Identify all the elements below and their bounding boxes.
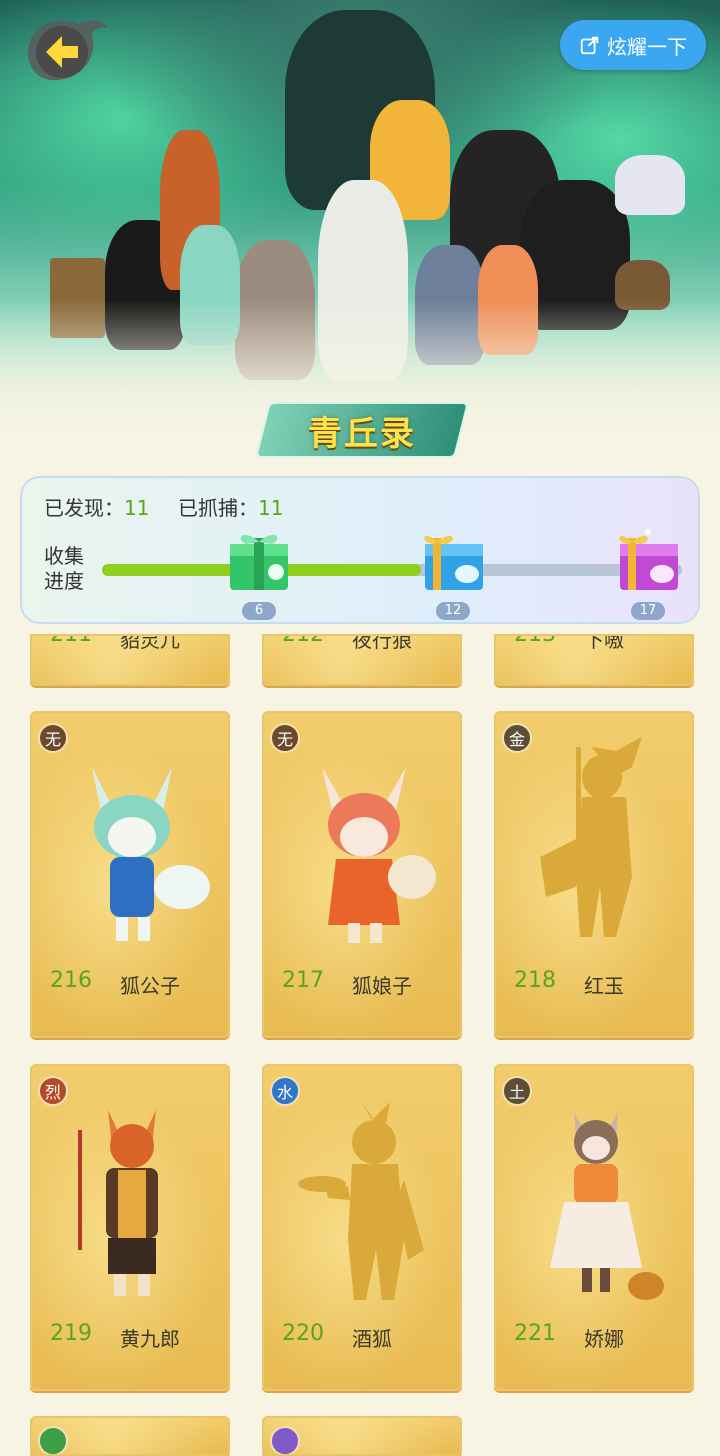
creature-locked-silhouette bbox=[540, 737, 642, 937]
creature-card-221[interactable]: 土 221 娇娜 bbox=[494, 1064, 694, 1391]
collect-progress-label: 收集 进度 bbox=[44, 544, 94, 594]
share-icon bbox=[580, 36, 599, 55]
discovered-label: 已发现： bbox=[44, 496, 124, 520]
card-name: 红玉 bbox=[584, 974, 624, 998]
creature-card-216[interactable]: 无 216 狐公子 bbox=[30, 711, 230, 1038]
card-name: 貂灵儿 bbox=[120, 634, 180, 652]
page-title: 青丘录 bbox=[308, 413, 416, 454]
green-gift-icon bbox=[230, 534, 288, 590]
banner: 炫耀一下 bbox=[0, 0, 720, 460]
discovered-value: 11 bbox=[124, 496, 150, 520]
milestone-badge-17: 17 bbox=[631, 602, 665, 620]
collect-label-line1: 收集 bbox=[44, 544, 84, 568]
share-button-label: 炫耀一下 bbox=[607, 34, 687, 59]
card-name: 夜行狼 bbox=[352, 634, 412, 652]
card-name: 娇娜 bbox=[584, 1327, 624, 1351]
partial-card-211[interactable]: 211 貂灵儿 bbox=[30, 634, 230, 686]
creature-card-next-2[interactable] bbox=[262, 1416, 462, 1456]
card-number: 221 bbox=[514, 1321, 556, 1346]
reward-gift-12[interactable] bbox=[419, 524, 489, 594]
card-number: 211 bbox=[50, 634, 92, 647]
progress-track bbox=[102, 564, 682, 576]
creature-card-218[interactable]: 金 218 红玉 bbox=[494, 711, 694, 1038]
milestone-badge-12: 12 bbox=[436, 602, 470, 620]
purple-gift-icon bbox=[619, 529, 678, 590]
creature-card-219[interactable]: 烈 219 黄九郎 bbox=[30, 1064, 230, 1391]
milestone-badge-6: 6 bbox=[242, 602, 276, 620]
collection-progress-panel: 已发现：11 已抓捕：11 收集 进度 6 12 17 bbox=[20, 476, 700, 624]
element-badge bbox=[270, 1426, 300, 1454]
captured-value: 11 bbox=[258, 496, 284, 520]
partial-card-213[interactable]: 213 下嗷 bbox=[494, 634, 694, 686]
creature-fox-warrior-figure bbox=[78, 1110, 158, 1296]
card-name: 狐娘子 bbox=[352, 974, 412, 998]
creature-teal-fox-figure bbox=[92, 767, 210, 941]
collect-label-line2: 进度 bbox=[44, 569, 84, 593]
card-number: 218 bbox=[514, 968, 556, 993]
creature-red-fox-girl-figure bbox=[322, 767, 436, 943]
banner-hero-white-bird bbox=[615, 155, 685, 215]
back-button[interactable] bbox=[18, 14, 110, 84]
discovered-stat: 已发现：11 bbox=[44, 492, 149, 521]
blue-gift-icon bbox=[424, 535, 483, 590]
card-number: 217 bbox=[282, 968, 324, 993]
share-button[interactable]: 炫耀一下 bbox=[560, 20, 706, 70]
card-number: 219 bbox=[50, 1321, 92, 1346]
card-name: 黄九郎 bbox=[120, 1327, 180, 1351]
element-badge bbox=[38, 1426, 68, 1454]
reward-gift-17[interactable] bbox=[614, 524, 684, 594]
card-name: 狐公子 bbox=[120, 974, 180, 998]
page-title-plate: 青丘录 bbox=[255, 402, 469, 458]
card-number: 212 bbox=[282, 634, 324, 647]
creature-card-220[interactable]: 水 220 酒狐 bbox=[262, 1064, 462, 1391]
card-number: 216 bbox=[50, 968, 92, 993]
card-name: 下嗷 bbox=[584, 634, 624, 652]
card-number: 220 bbox=[282, 1321, 324, 1346]
creature-card-next-1[interactable] bbox=[30, 1416, 230, 1456]
back-arrow-icon bbox=[28, 20, 108, 81]
reward-gift-6[interactable] bbox=[224, 524, 294, 594]
partial-card-212[interactable]: 212 夜行狼 bbox=[262, 634, 462, 686]
card-number: 213 bbox=[514, 634, 556, 647]
captured-stat: 已抓捕：11 bbox=[178, 492, 283, 521]
creature-fox-lady-figure bbox=[550, 1112, 664, 1300]
card-name: 酒狐 bbox=[352, 1327, 392, 1351]
captured-label: 已抓捕： bbox=[178, 496, 258, 520]
creature-locked-silhouette bbox=[298, 1100, 424, 1300]
creature-card-217[interactable]: 无 217 狐娘子 bbox=[262, 711, 462, 1038]
